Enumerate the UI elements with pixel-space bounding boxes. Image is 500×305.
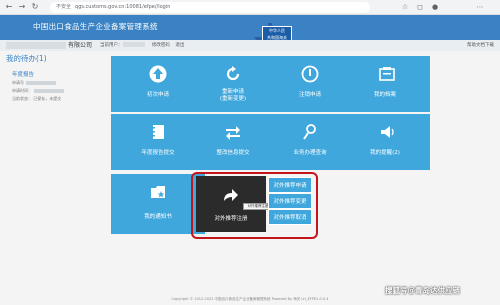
- watermark: 搜狐号@青岛达供应链: [385, 286, 460, 295]
- logout-link[interactable]: 退出: [175, 43, 184, 48]
- recommend-change-button[interactable]: 对外推荐变更: [268, 193, 312, 209]
- folder-star-icon: [151, 186, 165, 198]
- todo-apply-time: 申请时间：: [12, 88, 64, 94]
- menu-icon[interactable]: ⋯: [475, 2, 485, 12]
- extension-icon[interactable]: ◻: [415, 2, 425, 12]
- url-text: qgs.customs.gov.cn:10081/efpe//login: [75, 4, 171, 10]
- todo-item-title[interactable]: 年度报告: [12, 70, 34, 78]
- address-bar[interactable]: 不安全 qgs.customs.gov.cn:10081/efpe//login: [50, 2, 370, 13]
- up-arrow-icon: [149, 65, 167, 83]
- reload-icon[interactable]: ↻: [30, 2, 40, 12]
- refresh-icon: [226, 66, 240, 81]
- security-label: 不安全: [56, 4, 72, 10]
- star-icon[interactable]: ☆: [400, 2, 410, 12]
- app-title: 中国出口食品生产企业备案管理系统: [33, 22, 158, 31]
- forward-icon[interactable]: →: [17, 2, 27, 12]
- company-name: 有限公司: [6, 40, 92, 51]
- profile-icon[interactable]: ●: [430, 2, 440, 12]
- change-password-link[interactable]: 修改密码: [152, 43, 170, 48]
- todo-title: 我的待办(1): [6, 54, 47, 63]
- todo-apply-no: 申请号: [12, 80, 56, 86]
- share-arrow-icon: [224, 189, 238, 201]
- back-icon[interactable]: ←: [4, 2, 14, 12]
- current-user: 当前用户： 修改密码 退出: [100, 42, 185, 48]
- tile-my-reminders[interactable]: 我的提醒(2): [340, 114, 430, 170]
- recommend-apply-button[interactable]: 对外推荐申请: [268, 177, 312, 193]
- recommend-cancel-button[interactable]: 对外推荐取消: [268, 209, 312, 225]
- browser-toolbar: ← → ↻ 不安全 qgs.customs.gov.cn:10081/efpe//…: [0, 0, 500, 15]
- person-search-icon: [303, 124, 316, 140]
- archive-icon: [379, 67, 395, 81]
- power-icon: [301, 65, 319, 83]
- user-info-bar: 有限公司 当前用户： 修改密码 退出 帮助文档下载: [0, 40, 500, 51]
- swap-arrows-icon: [226, 126, 240, 140]
- speaker-icon: [381, 126, 394, 138]
- customs-logo-badge: 中华人民 共和国海关: [262, 26, 292, 41]
- tile-my-archive[interactable]: 我的档案: [340, 56, 430, 112]
- notebook-icon: [152, 125, 164, 139]
- help-doc-link[interactable]: 帮助文档下载: [467, 40, 494, 51]
- todo-status: 当前状态： 已保存，未提交: [12, 96, 62, 101]
